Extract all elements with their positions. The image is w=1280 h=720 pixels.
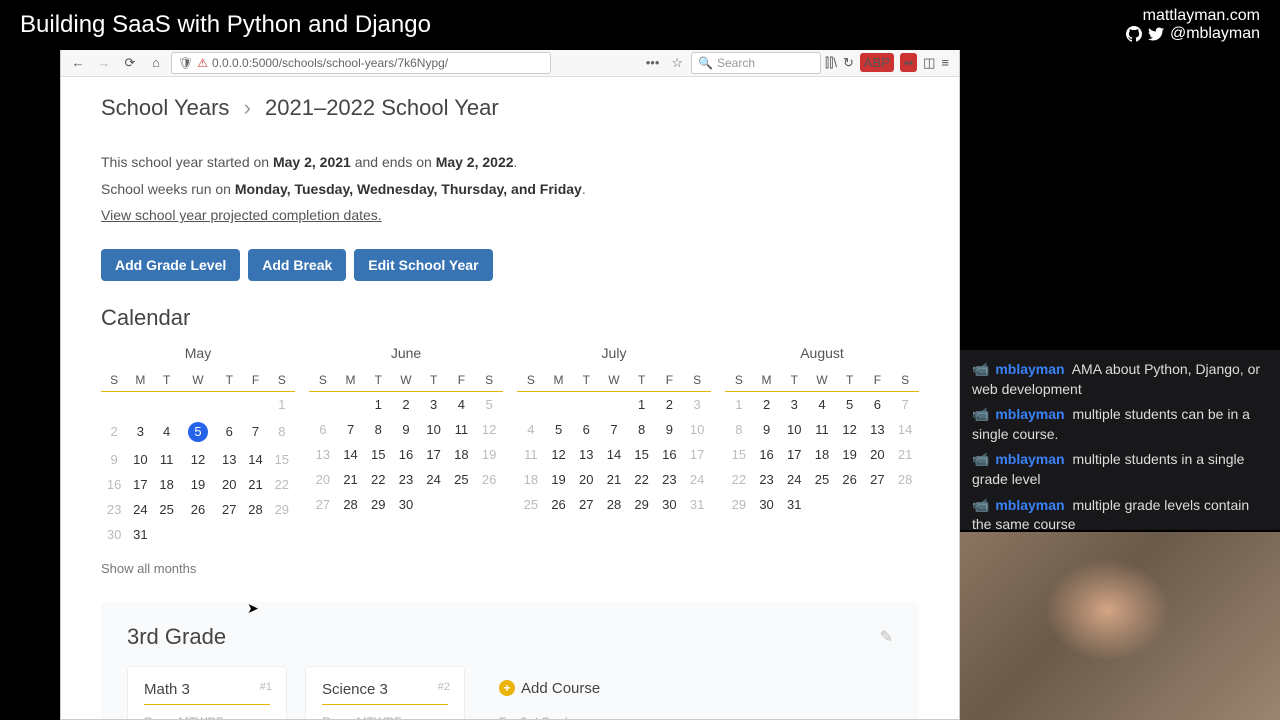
bookmark-star[interactable]: ☆: [667, 55, 687, 71]
calendar-month: JulySMTWTFS12345678910111213141516171819…: [517, 345, 711, 547]
add-course[interactable]: + Add CourseFor 3rd Grade: [483, 666, 643, 719]
browser-toolbar: ← → ⟳ ⌂ 🛡 ⚠ 0.0.0.0:5000/schools/school-…: [61, 49, 959, 77]
library-icon[interactable]: ⫿⫿\: [825, 55, 837, 71]
calendar-month: JuneSMTWTFS12345678910111213141516171819…: [309, 345, 503, 547]
page-actions[interactable]: •••: [642, 55, 664, 70]
twitter-icon: [1148, 26, 1164, 42]
shield-icon: 🛡: [178, 56, 193, 70]
back-button[interactable]: ←: [67, 52, 89, 74]
reload-button[interactable]: ⟳: [119, 52, 141, 74]
show-all-months-link[interactable]: Show all months: [101, 561, 919, 576]
courses-row: #1Math 3Runs: MTWRF✎ #2Science 3Runs: MTW…: [127, 666, 893, 719]
chat-message: 📹 mblayman multiple students can be in a…: [972, 405, 1268, 444]
webcam-feed: [960, 532, 1280, 720]
stream-title: Building SaaS with Python and Django: [20, 11, 431, 39]
sidebar-icon[interactable]: ◫: [923, 55, 935, 71]
home-button[interactable]: ⌂: [145, 52, 167, 74]
search-placeholder: Search: [717, 56, 755, 70]
course-card[interactable]: #1Math 3Runs: MTWRF✎: [127, 666, 287, 719]
url-bar[interactable]: 🛡 ⚠ 0.0.0.0:5000/schools/school-years/7k…: [171, 52, 551, 74]
page-content: School Years › 2021–2022 School Year Thi…: [61, 77, 959, 719]
search-icon: 🔍: [698, 56, 713, 70]
browser-window: ← → ⟳ ⌂ 🛡 ⚠ 0.0.0.0:5000/schools/school-…: [60, 48, 960, 720]
chat-message: 📹 mblayman multiple students in a single…: [972, 450, 1268, 489]
breadcrumb-root[interactable]: School Years: [101, 95, 229, 120]
calendar-month: MaySMTWTFS123456789101112131415161718192…: [101, 345, 295, 547]
url-text: 0.0.0.0:5000/schools/school-years/7k6Nyp…: [212, 56, 448, 70]
abp-icon[interactable]: ABP: [860, 53, 894, 72]
breadcrumb-sep: ›: [244, 95, 251, 120]
edit-grade-icon[interactable]: ✎: [880, 627, 893, 647]
stream-branding: mattlayman.com @mblayman: [1126, 7, 1260, 43]
insecure-icon: ⚠: [197, 56, 208, 70]
grade-name: 3rd Grade: [127, 624, 226, 650]
history-icon[interactable]: ↻: [843, 55, 854, 71]
add-break-button[interactable]: Add Break: [248, 249, 346, 281]
forward-button[interactable]: →: [93, 52, 115, 74]
ext-icon[interactable]: ▪▪: [900, 53, 917, 72]
grade-card: 3rd Grade ✎ #1Math 3Runs: MTWRF✎ #2Scienc…: [101, 602, 919, 719]
calendar-month: AugustSMTWTFS123456789101112131415161718…: [725, 345, 919, 547]
calendar-grid: MaySMTWTFS123456789101112131415161718192…: [101, 345, 919, 547]
chat-panel: 📹 mblayman AMA about Python, Django, or …: [960, 350, 1280, 530]
chat-message: 📹 mblayman AMA about Python, Django, or …: [972, 360, 1268, 399]
year-info: This school year started on May 2, 2021 …: [101, 149, 919, 229]
menu-icon[interactable]: ≡: [941, 55, 949, 70]
course-card[interactable]: #2Science 3Runs: MTWRF✎: [305, 666, 465, 719]
twitter-handle: @mblayman: [1170, 25, 1260, 43]
breadcrumb: School Years › 2021–2022 School Year: [101, 95, 919, 121]
chat-message: 📹 mblayman multiple grade levels contain…: [972, 496, 1268, 530]
edit-school-year-button[interactable]: Edit School Year: [354, 249, 492, 281]
breadcrumb-current: 2021–2022 School Year: [265, 95, 499, 120]
site-url: mattlayman.com: [1126, 7, 1260, 25]
github-icon: [1126, 26, 1142, 42]
projected-dates-link[interactable]: View school year projected completion da…: [101, 207, 382, 223]
calendar-heading: Calendar: [101, 305, 919, 331]
add-grade-level-button[interactable]: Add Grade Level: [101, 249, 240, 281]
search-bar[interactable]: 🔍 Search: [691, 52, 821, 74]
